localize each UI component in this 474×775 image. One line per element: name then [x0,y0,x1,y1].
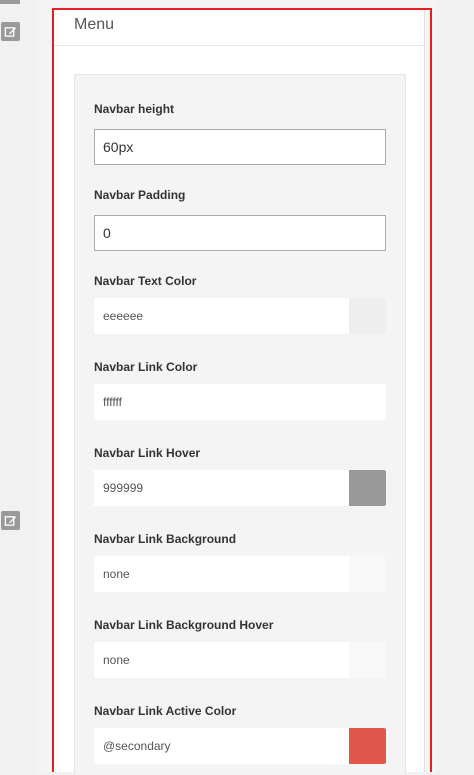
color-swatch[interactable] [349,642,386,678]
color-picker [94,556,386,592]
navbar-link-hover-field: Navbar Link Hover [94,446,386,506]
navbar-padding-input[interactable] [94,215,386,251]
panel-title: Menu [74,16,115,33]
navbar-link-hover-input[interactable] [94,470,349,506]
navbar-link-active-color-field: Navbar Link Active Color [94,704,386,764]
navbar-padding-field: Navbar Padding [94,188,386,251]
navbar-height-input[interactable] [94,129,386,165]
navbar-text-color-input[interactable] [94,298,349,334]
edit-icon[interactable] [1,22,20,41]
color-swatch[interactable] [349,728,386,764]
color-swatch[interactable] [349,298,386,334]
navbar-link-background-hover-input[interactable] [94,642,349,678]
navbar-link-background-field: Navbar Link Background [94,532,386,592]
navbar-height-field: Navbar height [94,102,386,165]
color-swatch[interactable] [349,470,386,506]
color-picker [94,298,386,334]
panel-body: Navbar height Navbar Padding Navbar Text… [74,74,406,775]
field-label: Navbar Link Active Color [94,704,237,718]
color-swatch[interactable] [349,556,386,592]
navbar-text-color-field: Navbar Text Color [94,274,386,334]
field-label: Navbar Link Background [94,532,237,546]
field-label: Navbar Padding [94,188,186,202]
collapsed-item-handle[interactable] [0,0,20,4]
field-label: Navbar Link Color [94,360,198,374]
navbar-link-color-field: Navbar Link Color [94,360,386,420]
color-picker [94,470,386,506]
field-label: Navbar Text Color [94,274,197,288]
left-strip [0,0,26,772]
navbar-link-color-input[interactable] [94,384,349,420]
color-picker [94,642,386,678]
navbar-link-active-color-input[interactable] [94,728,349,764]
field-label: Navbar Link Hover [94,446,201,460]
color-swatch[interactable] [349,384,386,420]
field-label: Navbar height [94,102,175,116]
panel-header: Menu [54,8,424,46]
color-picker [94,728,386,764]
edit-icon[interactable] [1,511,20,530]
color-picker [94,384,386,420]
navbar-link-background-hover-field: Navbar Link Background Hover [94,618,386,678]
navbar-link-background-input[interactable] [94,556,349,592]
field-label: Navbar Link Background Hover [94,618,274,632]
menu-panel: Menu Navbar height Navbar Padding Navbar… [53,8,425,775]
